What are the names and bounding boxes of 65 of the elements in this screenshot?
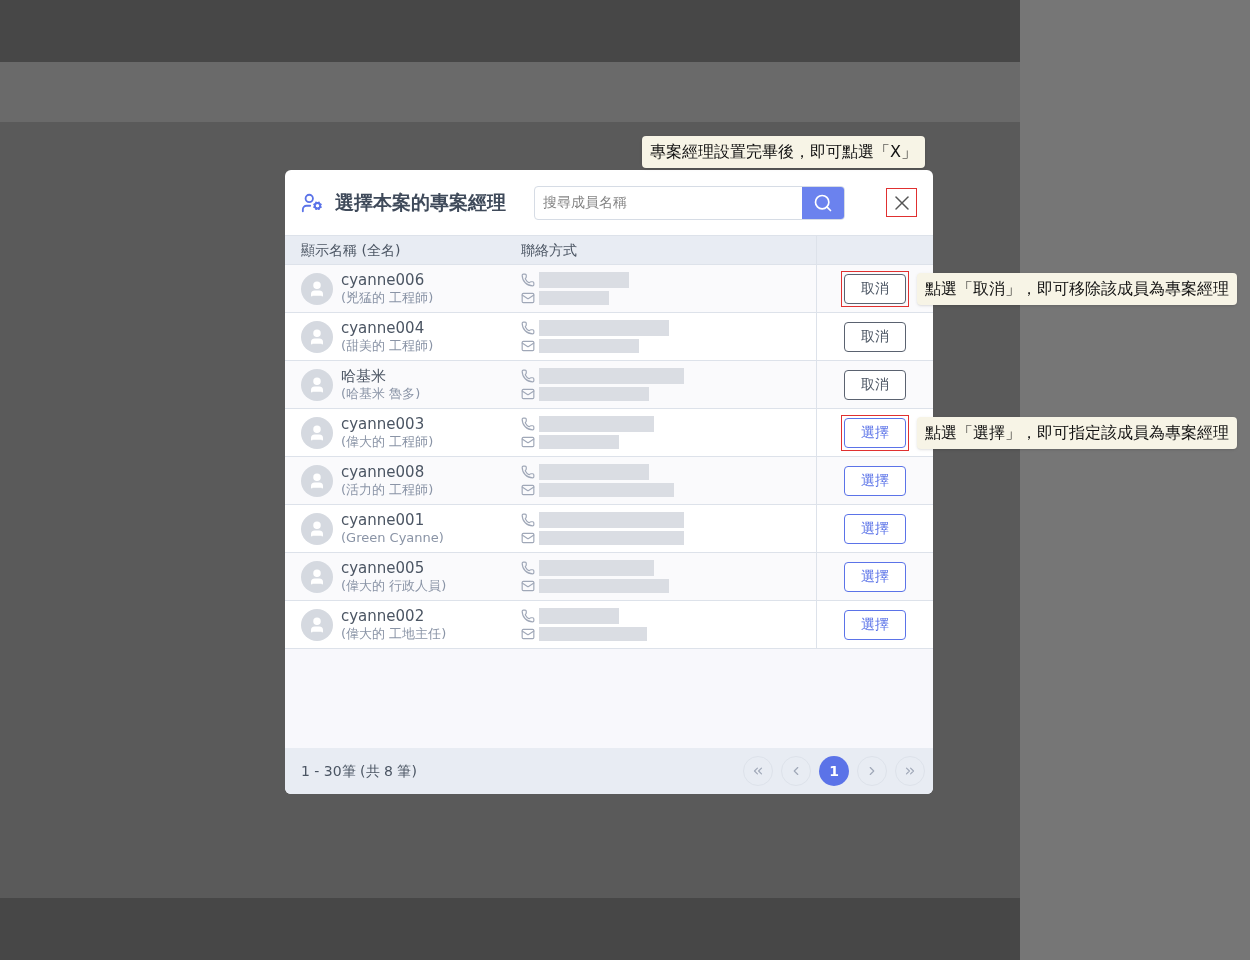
first-page-icon: [751, 764, 765, 778]
mail-icon: [521, 387, 535, 401]
avatar-icon: [301, 560, 333, 593]
member-name: cyanne006: [341, 271, 426, 290]
column-header: 聯絡方式: [521, 240, 578, 260]
phone-icon: [521, 465, 535, 479]
member-name: cyanne005: [341, 559, 426, 578]
mail-icon: [521, 339, 535, 353]
mail-icon: [521, 579, 535, 593]
avatar-icon: [301, 512, 333, 545]
record-summary: 1 - 30筆 (共 8 筆): [301, 761, 417, 781]
member-full-name: (兇猛的 工程師): [341, 289, 434, 306]
search-icon: [813, 192, 833, 213]
redacted-email: [539, 291, 609, 305]
callout-note: 點選「選擇」，即可指定該成員為專案經理: [917, 416, 1237, 449]
member-name: cyanne002: [341, 607, 426, 626]
column-header: 顯示名稱 (全名): [300, 240, 402, 260]
member-full-name: (活力的 工程師): [341, 481, 434, 498]
member-full-name: (偉大的 工程師): [341, 433, 434, 450]
select-button[interactable]: 選擇: [844, 417, 906, 448]
phone-icon: [521, 417, 535, 431]
callout-note: 專案經理設置完畢後，即可點選「X」: [642, 136, 925, 168]
mail-icon: [521, 531, 535, 545]
search-button[interactable]: [802, 186, 844, 219]
select-button[interactable]: 選擇: [844, 465, 906, 496]
dialog-title: 選擇本案的專案經理: [335, 190, 506, 216]
select-button[interactable]: 選擇: [844, 513, 906, 544]
phone-icon: [521, 561, 535, 575]
cancel-button[interactable]: 取消: [844, 273, 906, 304]
avatar-icon: [301, 416, 333, 449]
member-full-name: (Green Cyanne): [341, 529, 444, 546]
member-full-name: (偉大的 行政人員): [341, 577, 447, 594]
cancel-button[interactable]: 取消: [844, 369, 906, 400]
select-button[interactable]: 選擇: [844, 609, 906, 640]
member-name: cyanne001: [341, 511, 426, 530]
mail-icon: [521, 627, 535, 641]
mail-icon: [521, 291, 535, 305]
search-input[interactable]: 搜尋成員名稱: [535, 186, 802, 219]
avatar-icon: [301, 320, 333, 353]
avatar-icon: [301, 272, 333, 305]
search-field[interactable]: 搜尋成員名稱: [534, 185, 845, 220]
member-name: cyanne008: [341, 463, 426, 482]
phone-icon: [521, 321, 535, 335]
last-page-icon: [903, 764, 917, 778]
page-button[interactable]: 1: [819, 756, 849, 786]
member-full-name: (甜美的 工程師): [341, 337, 434, 354]
phone-icon: [521, 513, 535, 527]
phone-icon: [521, 273, 535, 287]
phone-icon: [521, 369, 535, 383]
mail-icon: [521, 483, 535, 497]
cancel-button[interactable]: 取消: [844, 321, 906, 352]
avatar-icon: [301, 368, 333, 401]
member-name: 哈基米: [341, 367, 387, 386]
member-name: cyanne003: [341, 415, 426, 434]
close-button[interactable]: [886, 188, 917, 217]
user-settings-icon: [301, 191, 323, 214]
member-full-name: (偉大的 工地主任): [341, 625, 447, 642]
member-name: cyanne004: [341, 319, 426, 338]
avatar-icon: [301, 608, 333, 641]
mail-icon: [521, 435, 535, 449]
phone-icon: [521, 609, 535, 623]
avatar-icon: [301, 464, 333, 497]
member-full-name: (哈基米 魯多): [341, 385, 421, 402]
select-button[interactable]: 選擇: [844, 561, 906, 592]
callout-note: 點選「取消」，即可移除該成員為專案經理: [917, 272, 1237, 305]
